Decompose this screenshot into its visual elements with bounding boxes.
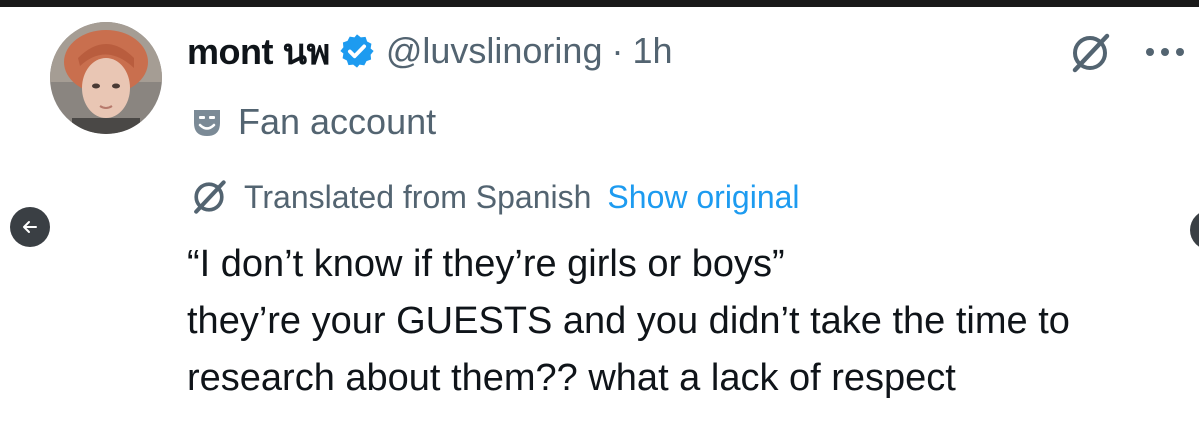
arrow-left-icon — [23, 221, 37, 233]
nav-prev-button[interactable] — [10, 207, 50, 247]
tweet-text: “I don’t know if they’re girls or boys” … — [187, 236, 1197, 407]
tweet-text-line: they’re your GUESTS and you didn’t take … — [187, 300, 1070, 342]
tweet-header: mont นพ @luvslinoring · 1h — [187, 26, 673, 76]
show-original-link[interactable]: Show original — [607, 179, 799, 216]
grok-icon[interactable] — [1067, 30, 1113, 76]
translated-from-text: Translated from Spanish — [244, 178, 592, 215]
top-edge-strip — [0, 0, 1199, 7]
account-label[interactable]: Fan account — [190, 99, 436, 145]
tweet-text-line: research about them?? what a lack of res… — [187, 357, 956, 399]
separator-dot: · — [611, 30, 624, 71]
translation-notice: Translated from Spanish Show original — [188, 174, 800, 220]
avatar[interactable] — [50, 22, 162, 134]
theater-mask-icon — [190, 105, 224, 139]
more-icon[interactable] — [1140, 34, 1190, 70]
verified-badge-icon[interactable] — [338, 32, 376, 70]
display-name[interactable]: mont นพ — [187, 23, 330, 80]
account-label-text: Fan account — [238, 101, 437, 142]
handle[interactable]: @luvslinoring — [386, 30, 603, 72]
tweet-text-line: “I don’t know if they’re girls or boys” — [187, 243, 785, 285]
grok-icon — [188, 176, 230, 218]
timestamp[interactable]: 1h — [632, 30, 672, 72]
